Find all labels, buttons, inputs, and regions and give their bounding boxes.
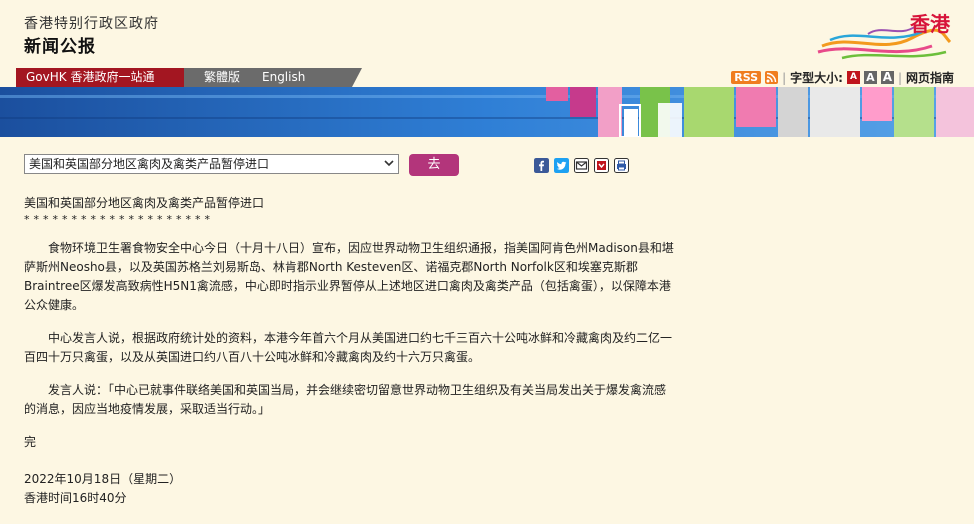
go-button[interactable]: 去 xyxy=(409,154,459,176)
article-paragraph: 发言人说：「中心已就事件联络美国和英国当局，并会继续密切留意世界动物卫生组织及有… xyxy=(24,383,667,416)
facebook-icon[interactable] xyxy=(534,158,549,173)
title-divider-stars: ******************** xyxy=(24,213,214,226)
share-toolbar xyxy=(534,158,629,173)
bookmark-icon[interactable] xyxy=(594,158,609,173)
article-end-mark: 完 xyxy=(24,435,37,449)
print-icon[interactable] xyxy=(614,158,629,173)
font-size-large-button[interactable]: A xyxy=(880,71,894,84)
article-title: 美国和英国部分地区禽肉及禽类产品暂停进口 xyxy=(24,196,265,210)
chevron-down-icon xyxy=(384,160,394,167)
separator: | xyxy=(897,70,902,85)
press-release-article: 美国和英国部分地区禽肉及禽类产品暂停进口 *******************… xyxy=(24,194,674,508)
font-size-small-button[interactable]: A xyxy=(846,71,860,84)
font-size-label: 字型大小: xyxy=(790,71,843,85)
page-header: 香港特别行政区政府 新闻公报 香港 xyxy=(0,0,974,68)
rss-label: RSS xyxy=(734,71,759,84)
release-time: 香港时间16时40分 xyxy=(24,491,127,505)
banner-graphic xyxy=(0,87,974,137)
english-link[interactable]: English xyxy=(262,68,305,87)
language-bar: 繁體版 English xyxy=(184,68,362,87)
release-select-dropdown[interactable]: 美国和英国部分地区禽肉及禽类产品暂停进口 xyxy=(24,154,399,174)
release-date: 2022年10月18日（星期二） xyxy=(24,472,182,486)
top-navigation: GovHK 香港政府一站通 繁體版 English RSS | 字型大小: A … xyxy=(0,68,974,87)
govhk-link[interactable]: GovHK 香港政府一站通 xyxy=(16,68,194,87)
traditional-chinese-link[interactable]: 繁體版 xyxy=(204,68,240,87)
site-guide-link[interactable]: 网页指南 xyxy=(906,69,954,86)
release-select-value: 美国和英国部分地区禽肉及禽类产品暂停进口 xyxy=(29,157,270,171)
rss-button[interactable]: RSS xyxy=(731,71,762,84)
font-size-medium-button[interactable]: A xyxy=(863,71,877,84)
government-title: 香港特别行政区政府 xyxy=(24,16,159,32)
decorative-banner xyxy=(0,87,974,137)
article-paragraph: 中心发言人说，根据政府统计处的资料，本港今年首六个月从美国进口约七千三百六十公吨… xyxy=(24,331,673,364)
separator: | xyxy=(782,70,787,85)
email-icon[interactable] xyxy=(574,158,589,173)
rss-icon[interactable] xyxy=(765,71,779,84)
page-tools: RSS | 字型大小: A A A | 网页指南 xyxy=(731,68,954,87)
brand-hong-kong-text: 香港 xyxy=(910,12,950,36)
press-release-title: 新闻公报 xyxy=(24,37,96,57)
article-paragraph: 食物环境卫生署食物安全中心今日（十月十八日）宣布，因应世界动物卫生组织通报，指美… xyxy=(24,241,674,312)
twitter-icon[interactable] xyxy=(554,158,569,173)
